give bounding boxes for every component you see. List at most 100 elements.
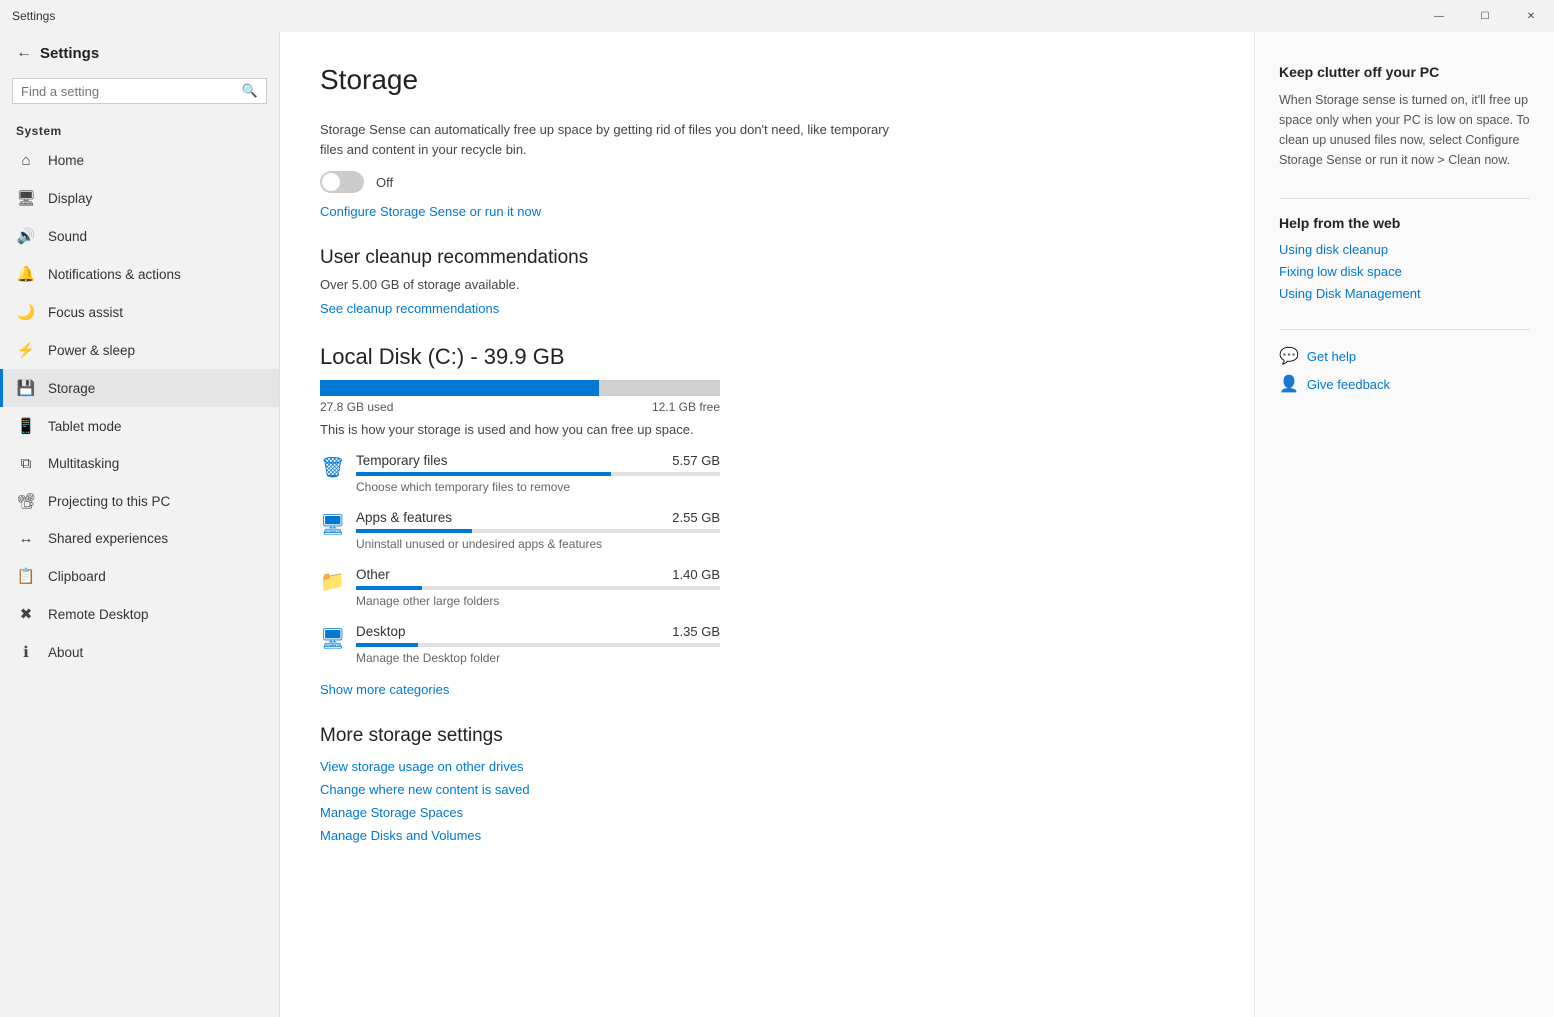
storage-bar-other: [356, 586, 720, 590]
show-more-link[interactable]: Show more categories: [320, 682, 449, 697]
keep-clutter-text: When Storage sense is turned on, it'll f…: [1279, 90, 1530, 170]
search-input[interactable]: [21, 84, 242, 99]
sidebar-item-multitasking[interactable]: ⧉ Multitasking: [0, 445, 279, 482]
sidebar-item-storage[interactable]: 💾 Storage: [0, 369, 279, 407]
disk-title: Local Disk (C:) - 39.9 GB: [320, 344, 1214, 370]
storage-bar-temp: [356, 472, 720, 476]
sidebar-item-notifications[interactable]: 🔔 Notifications & actions: [0, 255, 279, 293]
nav-icon-display: 🖥: [16, 189, 36, 207]
help-link-0[interactable]: Using disk cleanup: [1279, 242, 1388, 257]
sidebar-item-clipboard[interactable]: 📋 Clipboard: [0, 557, 279, 595]
sidebar-item-display[interactable]: 🖥 Display: [0, 179, 279, 217]
sidebar-item-projecting[interactable]: 📽 Projecting to this PC: [0, 482, 279, 520]
keep-clutter-title: Keep clutter off your PC: [1279, 64, 1530, 80]
help-links: Using disk cleanup Fixing low disk space U…: [1279, 241, 1530, 301]
app-layout: ← Settings 🔍 System ⌂ Home 🖥 Display 🔊 S…: [0, 32, 1554, 1017]
storage-bar-fill-other: [356, 586, 422, 590]
right-panel: Keep clutter off your PC When Storage se…: [1254, 32, 1554, 1017]
sidebar-item-sound[interactable]: 🔊 Sound: [0, 217, 279, 255]
more-link-3[interactable]: Manage Disks and Volumes: [320, 828, 1214, 843]
minimize-button[interactable]: —: [1416, 0, 1462, 32]
storage-sense-section: Storage Sense can automatically free up …: [320, 120, 1214, 219]
sidebar-item-tablet[interactable]: 📱 Tablet mode: [0, 407, 279, 445]
close-button[interactable]: ✕: [1508, 0, 1554, 32]
storage-item-other[interactable]: 📁 Other 1.40 GB Manage other large folde…: [320, 567, 720, 608]
storage-item-desktop[interactable]: 🖥 Desktop 1.35 GB Manage the Desktop fol…: [320, 624, 720, 665]
storage-size-temp: 5.57 GB: [672, 453, 720, 468]
nav-label-tablet: Tablet mode: [48, 419, 122, 434]
sidebar-item-remote[interactable]: ✖ Remote Desktop: [0, 595, 279, 633]
system-section-label: System: [0, 116, 279, 142]
nav-label-power: Power & sleep: [48, 343, 135, 358]
more-storage-section: More storage settings View storage usage…: [320, 725, 1214, 843]
storage-desc-apps: Uninstall unused or undesired apps & fea…: [356, 537, 720, 551]
titlebar-title: Settings: [12, 9, 55, 23]
more-link-0[interactable]: View storage usage on other drives: [320, 759, 1214, 774]
help-web-title: Help from the web: [1279, 215, 1530, 231]
storage-desc-desktop: Manage the Desktop folder: [356, 651, 720, 665]
sidebar-item-power[interactable]: ⚡ Power & sleep: [0, 331, 279, 369]
more-storage-title: More storage settings: [320, 725, 1214, 747]
more-link-2[interactable]: Manage Storage Spaces: [320, 805, 1214, 820]
storage-sense-toggle[interactable]: [320, 171, 364, 193]
nav-icon-tablet: 📱: [16, 417, 36, 435]
back-button[interactable]: ←: [16, 44, 32, 62]
maximize-button[interactable]: ☐: [1462, 0, 1508, 32]
get-help-icon: 💬: [1279, 346, 1299, 366]
storage-desc-other: Manage other large folders: [356, 594, 720, 608]
storage-items-list: 🗑 Temporary files 5.57 GB Choose which t…: [320, 453, 1214, 665]
titlebar: Settings — ☐ ✕: [0, 0, 1554, 32]
storage-row-temp: Temporary files 5.57 GB: [356, 453, 720, 468]
disk-used-label: 27.8 GB used: [320, 400, 393, 414]
storage-bar-fill-temp: [356, 472, 611, 476]
give-feedback-row[interactable]: 👤 Give feedback: [1279, 374, 1530, 394]
storage-bar-fill-apps: [356, 529, 472, 533]
nav-label-home: Home: [48, 153, 84, 168]
help-link-2[interactable]: Using Disk Management: [1279, 286, 1421, 301]
get-help-link[interactable]: Get help: [1307, 349, 1356, 364]
storage-item-temp[interactable]: 🗑 Temporary files 5.57 GB Choose which t…: [320, 453, 720, 494]
storage-name-temp: Temporary files: [356, 453, 448, 468]
disk-bar-container: [320, 380, 720, 396]
search-box[interactable]: 🔍: [12, 78, 267, 104]
give-feedback-link[interactable]: Give feedback: [1307, 377, 1390, 392]
nav-label-notifications: Notifications & actions: [48, 267, 181, 282]
configure-link[interactable]: Configure Storage Sense or run it now: [320, 204, 541, 219]
sidebar-header[interactable]: ← Settings: [0, 32, 279, 74]
sidebar-item-home[interactable]: ⌂ Home: [0, 142, 279, 179]
page-title: Storage: [320, 64, 1214, 96]
show-more[interactable]: Show more categories: [320, 681, 1214, 697]
search-icon: 🔍: [242, 83, 258, 99]
disk-labels: 27.8 GB used 12.1 GB free: [320, 400, 720, 414]
more-link-1[interactable]: Change where new content is saved: [320, 782, 1214, 797]
toggle-knob: [322, 173, 340, 191]
disk-free-label: 12.1 GB free: [652, 400, 720, 414]
sidebar-item-focus[interactable]: 🌙 Focus assist: [0, 293, 279, 331]
cleanup-link[interactable]: See cleanup recommendations: [320, 301, 499, 316]
storage-body-apps: Apps & features 2.55 GB Uninstall unused…: [356, 510, 720, 551]
sidebar-item-about[interactable]: ℹ About: [0, 633, 279, 671]
disk-caption: This is how your storage is used and how…: [320, 422, 720, 437]
storage-body-temp: Temporary files 5.57 GB Choose which tem…: [356, 453, 720, 494]
nav-label-focus: Focus assist: [48, 305, 123, 320]
storage-item-apps[interactable]: 🖥 Apps & features 2.55 GB Uninstall unus…: [320, 510, 720, 551]
main-content: Storage Storage Sense can automatically …: [280, 32, 1254, 1017]
nav-icon-power: ⚡: [16, 341, 36, 359]
nav-icon-remote: ✖: [16, 605, 36, 623]
nav-label-display: Display: [48, 191, 92, 206]
storage-name-other: Other: [356, 567, 390, 582]
sidebar-item-shared[interactable]: ↔ Shared experiences: [0, 520, 279, 557]
user-cleanup-section: User cleanup recommendations Over 5.00 G…: [320, 247, 1214, 316]
storage-name-desktop: Desktop: [356, 624, 406, 639]
nav-list: ⌂ Home 🖥 Display 🔊 Sound 🔔 Notifications…: [0, 142, 279, 671]
storage-sense-desc: Storage Sense can automatically free up …: [320, 120, 900, 159]
storage-desc-temp: Choose which temporary files to remove: [356, 480, 720, 494]
get-help-row[interactable]: 💬 Get help: [1279, 346, 1530, 366]
help-link-row-1: Fixing low disk space: [1279, 263, 1530, 279]
nav-icon-storage: 💾: [16, 379, 36, 397]
storage-icon-desktop: 🖥: [320, 626, 344, 651]
help-link-row-0: Using disk cleanup: [1279, 241, 1530, 257]
storage-body-other: Other 1.40 GB Manage other large folders: [356, 567, 720, 608]
help-link-1[interactable]: Fixing low disk space: [1279, 264, 1402, 279]
storage-bar-fill-desktop: [356, 643, 418, 647]
